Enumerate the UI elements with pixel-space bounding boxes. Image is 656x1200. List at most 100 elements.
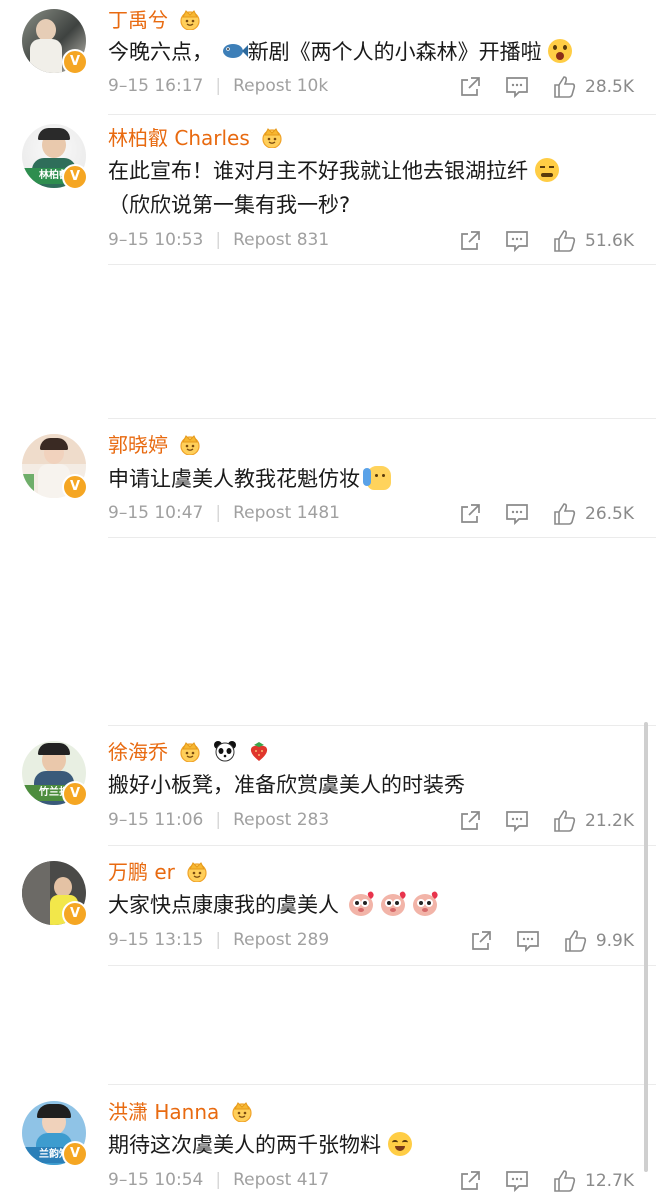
comment-icon [506,504,528,525]
crown-badge-icon [180,742,200,762]
user-name[interactable]: 万鹏 er [108,860,175,884]
crown-badge-icon [187,862,207,882]
like-button[interactable]: 21.2K [553,809,634,833]
verified-icon: V [62,901,88,927]
share-button[interactable] [470,930,492,952]
crown-badge-icon [180,10,200,30]
like-button[interactable]: 51.6K [553,229,634,253]
divider [108,537,656,538]
share-icon [461,811,480,830]
share-button[interactable] [459,1170,481,1192]
repost-count[interactable]: Repost 10k [233,76,328,96]
screaming-face-icon [548,39,573,63]
comment-button[interactable] [505,503,529,525]
divider [108,264,656,265]
like-count: 21.2K [585,811,634,831]
comment-icon [516,931,539,952]
love-piggy-sticker-icon [348,891,438,916]
post-date: 9–15 10:47 [108,503,204,523]
avatar[interactable]: 兰韵知 V [22,1101,88,1167]
comment-icon [506,77,528,98]
user-name[interactable]: 丁禹兮 [108,8,168,32]
like-count: 9.9K [595,931,634,951]
verified-icon: V [62,781,88,807]
share-icon [461,77,480,96]
share-button[interactable] [459,810,481,832]
repost-count[interactable]: Repost 831 [233,230,329,250]
user-name[interactable]: 徐海乔 [108,740,168,764]
divider [108,845,656,846]
avatar[interactable]: 竹兰打 V [22,741,88,807]
like-button[interactable]: 12.7K [553,1169,634,1193]
comment-icon [506,231,528,252]
like-count: 51.6K [585,231,634,251]
comment-text: 申请让虞美人教我花魁仿妆 [108,467,360,491]
drooling-face-icon [387,1132,412,1156]
user-name[interactable]: 洪潇 Hanna [108,1100,219,1124]
panda-icon [213,741,236,762]
avatar[interactable]: V [22,861,88,927]
comment-text: （欣欣说第一集有我一秒? [108,193,351,217]
avatar[interactable]: V [22,9,88,75]
comment-text: 大家快点康康我的虞美人 [108,893,339,917]
like-button[interactable]: 26.5K [553,502,634,526]
like-button[interactable]: 9.9K [564,929,634,953]
crown-badge-icon [262,128,282,148]
post-date: 9–15 11:06 [108,810,204,830]
comment-text: 今晚六点， [108,40,213,64]
repost-count[interactable]: Repost 1481 [233,503,340,523]
share-button[interactable] [459,503,481,525]
like-count: 12.7K [585,1171,634,1191]
post-date: 9–15 13:15 [108,930,204,950]
divider [108,114,656,115]
comment-text: 搬好小板凳，准备欣赏虞美人的时装秀 [108,773,465,797]
verified-icon: V [62,474,88,500]
crown-badge-icon [232,1102,252,1122]
verified-icon: V [62,1141,88,1167]
like-icon [554,230,576,252]
like-count: 26.5K [585,504,634,524]
repost-count[interactable]: Repost 289 [233,930,329,950]
comment-button[interactable] [516,930,540,952]
divider [108,725,656,726]
like-count: 28.5K [585,77,634,97]
avatar[interactable]: 林柏叡 V [22,124,88,190]
comment-text: 新剧《两个人的小森林》开播啦 [247,40,542,64]
avatar[interactable]: V [22,434,88,500]
crown-badge-icon [180,435,200,455]
share-button[interactable] [459,230,481,252]
like-icon [554,503,576,525]
repost-count[interactable]: Repost 417 [233,1170,329,1190]
like-button[interactable]: 28.5K [553,75,634,99]
comment-button[interactable] [505,1170,529,1192]
strawberry-icon [250,742,268,761]
user-name[interactable]: 林柏叡 Charles [108,126,250,150]
like-icon [554,1170,576,1192]
like-icon [565,930,586,952]
comment-button[interactable] [505,810,529,832]
comment-text: 期待这次虞美人的两千张物料 [108,1133,381,1157]
divider [108,965,656,966]
share-icon [471,931,491,950]
post-date: 9–15 10:53 [108,230,204,250]
verified-icon: V [62,49,88,75]
repost-count[interactable]: Repost 283 [233,810,329,830]
comment-text: 在此宣布！谁对月主不好我就让他去银湖拉纤 [108,159,528,183]
like-icon [554,810,576,832]
share-button[interactable] [459,76,481,98]
post-date: 9–15 16:17 [108,76,204,96]
fish-icon [222,44,248,58]
divider [108,1084,656,1085]
post-date: 9–15 10:54 [108,1170,204,1190]
like-icon [554,76,576,98]
share-icon [461,231,480,250]
scrollbar[interactable] [644,722,648,1172]
divider [108,418,656,419]
comment-icon [506,1171,528,1192]
steam-face-icon [534,158,559,182]
user-name[interactable]: 郭晓婷 [108,433,168,457]
share-icon [461,1171,480,1190]
comment-button[interactable] [505,230,529,252]
verified-icon: V [62,164,88,190]
comment-button[interactable] [505,76,529,98]
